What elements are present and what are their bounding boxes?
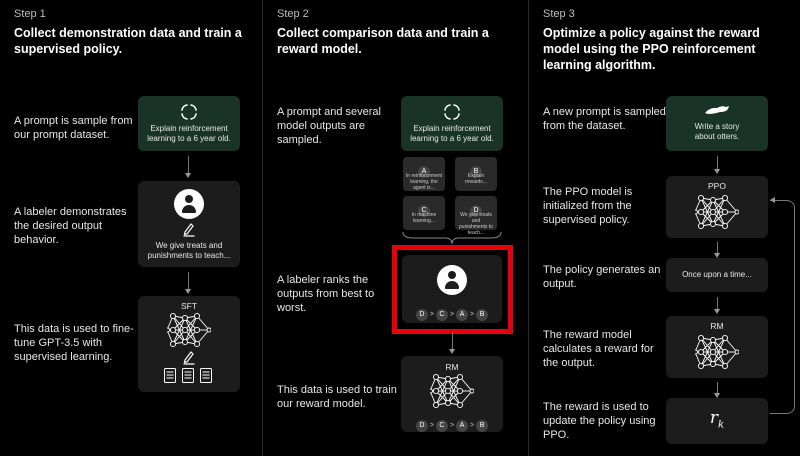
reward-model-box: RM: [666, 316, 768, 378]
arrow: [449, 332, 455, 354]
rank-3: A: [456, 420, 469, 432]
step-3-description-1: A new prompt is sampled from the dataset…: [543, 106, 666, 132]
step-3-description-3: The policy generates an output.: [543, 264, 661, 290]
pencil-icon: [183, 223, 195, 237]
output-text: In reinforcement learning, the agent is.…: [405, 173, 443, 191]
output-text: Explain rewards...: [465, 173, 487, 185]
step-2-column: Step 2 Collect comparison data and train…: [262, 0, 529, 456]
rank-separator: >: [429, 311, 434, 318]
arrow: [185, 272, 191, 294]
prompt-box: Explain reinforcement learning to a 6 ye…: [401, 96, 503, 151]
step-3-description-2: The PPO model is initialized from the su…: [543, 186, 633, 226]
rank-2: C: [435, 420, 448, 432]
rank-separator: >: [470, 311, 475, 318]
reward-box: rk: [666, 398, 768, 444]
arrow: [185, 156, 191, 178]
reward-value: rk: [666, 408, 768, 430]
ppo-model-box: PPO: [666, 176, 768, 238]
step-2-heading: Collect comparison data and train a rewa…: [277, 26, 489, 56]
output-card-d: D We give treats and punishments to teac…: [455, 196, 497, 236]
labeler-box: We give treats and punishments to teach.…: [138, 181, 240, 267]
pencil-icon: [183, 351, 195, 365]
reward-model-label: RM: [710, 321, 724, 331]
prompt-text: Write a story about otters.: [694, 122, 740, 141]
prompt-text: Explain reinforcement learning to a 6 ye…: [147, 124, 231, 143]
output-card-c: C In machine learning...: [403, 196, 445, 230]
neural-network-icon: [167, 312, 211, 348]
arrow: [714, 156, 720, 174]
bracket-icon: [402, 231, 502, 245]
step-2-description-3: This data is used to train our reward mo…: [277, 384, 397, 410]
step-2-description-2: A labeler ranks the outputs from best to…: [277, 274, 375, 314]
demonstration-text: We give treats and punishments to teach.…: [147, 241, 231, 260]
step-1-description-3: This data is used to fine-tune GPT-3.5 w…: [14, 323, 134, 363]
step-1-description-1: A prompt is sample from our prompt datas…: [14, 115, 133, 141]
refresh-icon: [181, 104, 197, 120]
rank-3: A: [456, 309, 469, 321]
reward-symbol: r: [709, 408, 719, 428]
step-2-description-1: A prompt and several model outputs are s…: [277, 106, 381, 146]
sft-model-label: SFT: [180, 301, 198, 311]
neural-network-icon: [695, 334, 739, 370]
output-text: In machine learning...: [411, 212, 437, 224]
rank-1: D: [415, 309, 428, 321]
ranking-row: D > C > A > B: [401, 414, 503, 432]
neural-network-icon: [695, 194, 739, 230]
rank-4: B: [476, 420, 489, 432]
arrow-head-icon: [770, 197, 775, 203]
step-3-description-5: The reward is used to update the policy …: [543, 401, 656, 441]
reward-model-box: RM D > C > A > B: [401, 356, 503, 432]
step-1-heading: Collect demonstration data and train a s…: [14, 26, 242, 56]
output-card-a: A In reinforcement learning, the agent i…: [403, 157, 445, 191]
step-1-column: Step 1 Collect demonstration data and tr…: [0, 0, 262, 456]
reward-subscript: k: [718, 419, 725, 431]
step-3-heading: Optimize a policy against the reward mod…: [543, 26, 760, 72]
step-3-label: Step 3: [543, 8, 575, 20]
output-box: Once upon a time...: [666, 258, 768, 292]
step-3-description-4: The reward model calculates a reward for…: [543, 329, 654, 369]
step-1-description-2: A labeler demonstrates the desired outpu…: [14, 206, 127, 246]
ranking-row: D > C > A > B: [402, 303, 502, 321]
neural-network-icon: [430, 373, 474, 409]
prompt-box: Explain reinforcement learning to a 6 ye…: [138, 96, 240, 151]
labeler-ranking-box: D > C > A > B: [402, 255, 502, 323]
rank-separator: >: [449, 422, 455, 429]
arrow: [714, 382, 720, 398]
arrow: [714, 242, 720, 258]
prompt-box: Write a story about otters.: [666, 96, 768, 151]
step-2-label: Step 2: [277, 8, 309, 20]
rank-separator: >: [470, 422, 475, 429]
refresh-icon: [444, 104, 460, 120]
output-text: Once upon a time...: [682, 270, 752, 279]
ppo-model-label: PPO: [708, 181, 726, 191]
output-card-b: B Explain rewards...: [455, 157, 497, 191]
document-icon: [200, 368, 212, 383]
arrow: [714, 297, 720, 314]
feedback-loop-arrow: [770, 200, 795, 414]
rank-2: C: [435, 309, 448, 321]
labeler-avatar-icon: [174, 189, 204, 219]
otter-icon: [705, 106, 729, 114]
document-icon: [182, 368, 194, 383]
rank-separator: >: [429, 422, 434, 429]
rank-1: D: [415, 420, 428, 432]
step-3-column: Step 3 Optimize a policy against the rew…: [528, 0, 800, 456]
rank-separator: >: [449, 311, 455, 318]
reward-model-label: RM: [445, 362, 459, 372]
rank-4: B: [476, 309, 489, 321]
document-icon: [164, 368, 176, 383]
step-1-label: Step 1: [14, 8, 46, 20]
labeler-avatar-icon: [437, 265, 467, 295]
sft-model-box: SFT: [138, 296, 240, 392]
prompt-text: Explain reinforcement learning to a 6 ye…: [410, 124, 494, 143]
